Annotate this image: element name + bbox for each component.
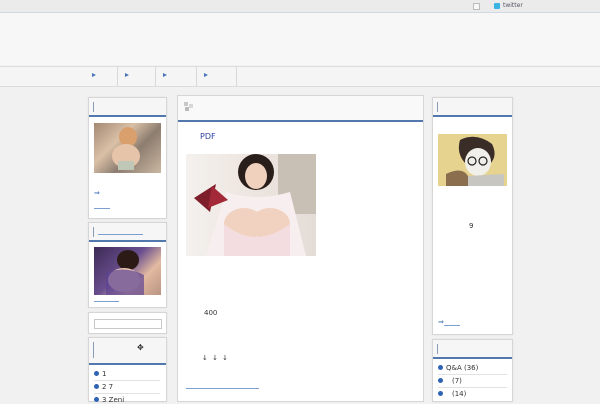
widget-header [89, 223, 166, 242]
triangle-right-icon [163, 73, 167, 77]
widget-header [433, 340, 512, 359]
list-item[interactable]: 1 [102, 370, 106, 378]
widget-header [433, 98, 512, 117]
header-accent-bar [437, 344, 438, 354]
twitter-label: twitter [503, 2, 523, 9]
global-nav [0, 66, 600, 87]
divider [438, 374, 507, 375]
top-bar: twitter [0, 0, 600, 13]
checkbox-icon[interactable] [473, 3, 480, 10]
list-bullet-icon [438, 391, 443, 396]
category-item[interactable]: Q&A (36) [446, 364, 478, 372]
search-input[interactable] [94, 319, 162, 329]
nav-item-3[interactable] [156, 67, 197, 86]
more-link[interactable] [444, 325, 460, 326]
widget-header: ✥ [89, 338, 166, 365]
triangle-right-icon [92, 73, 96, 77]
list-item[interactable]: 2 7 [102, 383, 113, 391]
triangle-right-icon [204, 73, 208, 77]
divider [94, 393, 160, 394]
nav-item-2[interactable] [118, 67, 156, 86]
read-more-arrow[interactable]: ⇒ [438, 318, 444, 326]
main-article: PDF 400 ↓ ↓ ↓ [177, 95, 424, 402]
header-accent-bar [93, 102, 94, 112]
article-photo[interactable] [186, 154, 316, 256]
down-arrows: ↓ ↓ ↓ [202, 354, 230, 362]
list-bullet-icon [94, 384, 99, 389]
count-text: 400 [204, 309, 218, 317]
number-text: 9 [469, 222, 474, 230]
twitter-link[interactable]: twitter [494, 2, 523, 9]
site-header [0, 13, 600, 65]
photo-thumbnail[interactable] [94, 123, 161, 173]
article-footer-link[interactable] [186, 388, 259, 389]
left-search-widget [88, 312, 167, 334]
triangle-right-icon [125, 73, 129, 77]
header-accent-bar [437, 102, 438, 112]
twitter-icon [494, 2, 500, 9]
left-widget-1: ⇒ [88, 97, 167, 219]
header-accent-bar [93, 227, 94, 237]
list-bullet-icon [438, 365, 443, 370]
read-more-arrow[interactable]: ⇒ [94, 189, 100, 197]
article-header-icon [184, 102, 193, 111]
widget-header [89, 98, 166, 117]
widget-title-link[interactable] [98, 234, 143, 235]
pdf-link[interactable]: PDF [200, 132, 216, 141]
nav-item-1[interactable] [85, 67, 118, 86]
header-accent-bar [93, 342, 94, 358]
right-category-widget: Q&A (36) (7) (14) [432, 339, 513, 402]
header-icon: ✥ [137, 343, 144, 352]
article-header [178, 96, 423, 122]
photo-thumbnail[interactable] [94, 247, 161, 295]
list-bullet-icon [438, 378, 443, 383]
nav-item-4[interactable] [197, 67, 237, 86]
right-profile-widget: 9 ⇒ [432, 97, 513, 335]
profile-illustration[interactable] [438, 134, 507, 186]
list-item[interactable]: 3 Zeni [102, 396, 124, 404]
category-item[interactable]: (14) [452, 390, 466, 398]
list-bullet-icon [94, 371, 99, 376]
divider [438, 387, 507, 388]
left-widget-2 [88, 222, 167, 308]
category-item[interactable]: (7) [452, 377, 462, 385]
left-widget-4: ✥ 1 2 7 3 Zeni [88, 337, 167, 404]
divider [94, 380, 160, 381]
more-link[interactable] [94, 301, 119, 302]
more-link[interactable] [94, 208, 110, 209]
